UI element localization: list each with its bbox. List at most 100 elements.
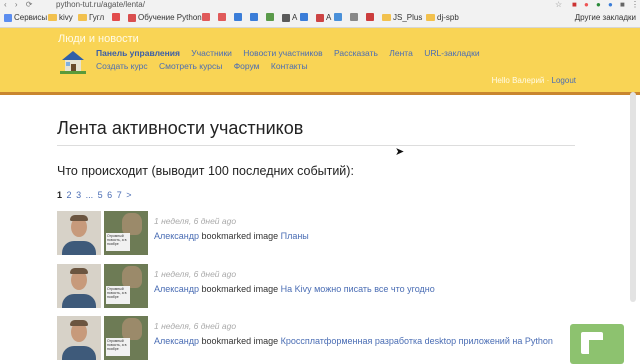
site-favicon-icon (350, 13, 358, 21)
user-bar: Hello Валерий · Logout (491, 76, 576, 85)
pagination: 1 2 3 ... 5 6 7 > (57, 190, 133, 200)
page-link[interactable]: 6 (107, 190, 112, 200)
feed-item: Огромный новость, а в ноябре 1 неделя, 6… (57, 264, 597, 308)
thumbnail-caption: Огромный новость, а в ноябре (106, 233, 130, 251)
user-avatar[interactable] (57, 316, 101, 360)
bookmark-thumbnail[interactable]: Огромный новость, а в ноябре (104, 264, 148, 308)
bookmark-folder[interactable]: dj-spb (426, 13, 459, 22)
site-favicon-icon (366, 13, 374, 21)
feed-action: bookmarked image (201, 284, 279, 294)
bookmark-folder[interactable]: kivy (48, 13, 73, 22)
nav-members[interactable]: Участники (191, 47, 232, 60)
bookmark-item[interactable] (334, 13, 342, 21)
bookmark-folder[interactable]: Гугл (78, 13, 104, 22)
feed-target-link[interactable]: На Kivy можно писать все что угодно (281, 284, 435, 294)
bookmark-thumbnail[interactable]: Огромный новость, а в ноябре (104, 316, 148, 360)
bookmark-label: А (292, 13, 298, 22)
extension-icon[interactable]: ■ (572, 0, 577, 9)
page-link[interactable]: 3 (76, 190, 81, 200)
nav-dashboard[interactable]: Панель управления (96, 47, 180, 60)
site-favicon-icon (334, 13, 342, 21)
bookmark-item[interactable] (366, 13, 374, 21)
folder-icon (48, 14, 57, 21)
nav-view-courses[interactable]: Смотреть курсы (159, 60, 222, 73)
nav-url-bookmarks[interactable]: URL-закладки (424, 47, 479, 60)
feed-activity: Александр bookmarked image Планы (154, 231, 309, 241)
nav-contacts[interactable]: Контакты (271, 60, 308, 73)
page-next[interactable]: > (126, 190, 131, 200)
bookmark-label: JS_Plus (393, 13, 423, 22)
bookmark-star-icon[interactable]: ☆ (555, 0, 562, 9)
feed-subtitle: Что происходит (выводит 100 последних со… (57, 164, 354, 178)
extension-icon[interactable]: ● (608, 0, 613, 9)
feed-user-link[interactable]: Александр (154, 231, 199, 241)
feed-target-link[interactable]: Кроссплатформенная разработка desktop пр… (281, 336, 553, 346)
nav-member-news[interactable]: Новости участников (243, 47, 322, 60)
site-header: Люди и новости Панель управления Участни… (0, 28, 640, 95)
main-nav: Панель управления Участники Новости учас… (96, 47, 516, 73)
feed-user-link[interactable]: Александр (154, 284, 199, 294)
bookmark-item[interactable] (112, 13, 120, 21)
bookmark-item[interactable] (234, 13, 242, 21)
user-greeting: Hello Валерий (491, 76, 545, 85)
nav-tell[interactable]: Рассказать (334, 47, 378, 60)
page-link[interactable]: 7 (117, 190, 122, 200)
site-favicon-icon (234, 13, 242, 21)
browser-toolbar: ‹ › ⟳ python-tut.ru/agate/lenta/ ☆ ■ ● ●… (0, 0, 640, 9)
house-logo-icon[interactable] (60, 48, 86, 74)
bookmark-label: Обучение Python 3 (138, 13, 209, 22)
bookmark-item[interactable]: Сервисы (4, 13, 47, 22)
extension-icon[interactable]: ● (596, 0, 601, 9)
menu-icon[interactable]: ⋮ (631, 0, 639, 9)
bookmark-item[interactable]: А (316, 13, 331, 22)
feed-item: Огромный новость, а в ноябре 1 неделя, 6… (57, 211, 597, 255)
address-bar[interactable]: python-tut.ru/agate/lenta/ (56, 0, 145, 9)
bookmark-label: Гугл (89, 13, 105, 22)
bookmark-item[interactable]: А (282, 13, 297, 22)
feed-time: 1 неделя, 6 дней ago (154, 269, 237, 279)
logout-link[interactable]: Logout (552, 76, 576, 85)
page-link-current[interactable]: 1 (57, 190, 62, 200)
folder-icon (382, 14, 391, 21)
scrollbar[interactable] (630, 92, 636, 302)
bookmark-item[interactable] (300, 13, 308, 21)
bookmark-item[interactable] (218, 13, 226, 21)
site-favicon-icon (266, 13, 274, 21)
bookmark-item[interactable] (266, 13, 274, 21)
bookmark-label: dj-spb (437, 13, 459, 22)
mouse-cursor-icon: ➤ (395, 146, 405, 158)
other-bookmarks[interactable]: Другие закладки (572, 13, 636, 22)
feed-user-link[interactable]: Александр (154, 336, 199, 346)
feed-time: 1 неделя, 6 дней ago (154, 321, 237, 331)
browser-nav-icons[interactable]: ‹ › ⟳ (4, 0, 35, 9)
site-brand[interactable]: Люди и новости (58, 33, 139, 45)
feed-item: Огромный новость, а в ноябре 1 неделя, 6… (57, 316, 597, 360)
site-favicon-icon (4, 13, 12, 22)
page-title: Лента активности участников (57, 118, 304, 138)
folder-icon (426, 14, 435, 21)
page-link[interactable]: 5 (98, 190, 103, 200)
feed-time: 1 неделя, 6 дней ago (154, 216, 237, 226)
bookmark-label: Сервисы (14, 13, 48, 22)
page-link[interactable]: 2 (67, 190, 72, 200)
bookmark-thumbnail[interactable]: Огромный новость, а в ноябре (104, 211, 148, 255)
nav-feed[interactable]: Лента (389, 47, 413, 60)
nav-forum[interactable]: Форум (234, 60, 260, 73)
thumbnail-caption: Огромный новость, а в ноябре (106, 338, 130, 356)
site-favicon-icon (300, 13, 308, 21)
bookmark-item[interactable] (350, 13, 358, 21)
bookmark-folder[interactable]: JS_Plus (382, 13, 422, 22)
site-favicon-icon (282, 13, 290, 22)
bookmark-item[interactable]: Обучение Python 3 (128, 13, 208, 22)
user-avatar[interactable] (57, 264, 101, 308)
feed-target-link[interactable]: Планы (281, 231, 309, 241)
extension-icon[interactable]: ■ (620, 0, 625, 9)
bookmark-item[interactable] (250, 13, 258, 21)
folder-icon (78, 14, 87, 21)
bookmark-item[interactable] (202, 13, 210, 21)
extension-icon[interactable]: ● (584, 0, 589, 9)
user-avatar[interactable] (57, 211, 101, 255)
bookmark-label: kivy (59, 13, 73, 22)
bookmark-label: А (326, 13, 332, 22)
nav-create-course[interactable]: Создать курс (96, 60, 148, 73)
